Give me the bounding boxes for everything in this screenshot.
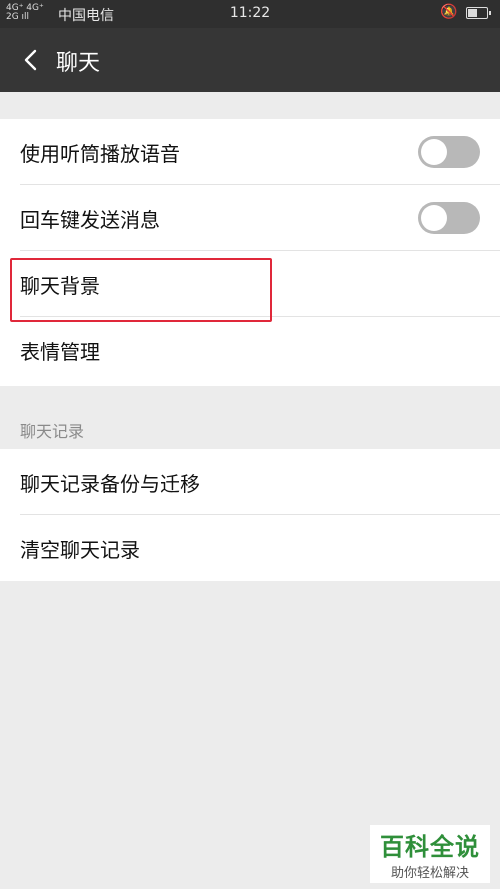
setting-enter-send-label: 回车键发送消息 xyxy=(20,208,160,232)
battery-icon xyxy=(466,7,491,19)
setting-earpiece-label: 使用听筒播放语音 xyxy=(20,142,180,166)
setting-sticker-manage-label: 表情管理 xyxy=(20,340,100,364)
enter-send-toggle[interactable] xyxy=(418,202,480,234)
section-header-chat-history: 聊天记录 xyxy=(20,422,85,441)
setting-enter-send[interactable]: 回车键发送消息 xyxy=(0,185,500,251)
chevron-left-icon[interactable] xyxy=(20,48,44,72)
watermark-title: 百科全说 xyxy=(380,833,480,861)
nav-bar: 聊天 xyxy=(0,28,500,92)
chat-history-group: 聊天记录备份与迁移 清空聊天记录 xyxy=(0,449,500,581)
setting-sticker-manage[interactable]: 表情管理 xyxy=(0,317,500,383)
setting-clear-history[interactable]: 清空聊天记录 xyxy=(0,515,500,581)
setting-earpiece[interactable]: 使用听筒播放语音 xyxy=(0,119,500,185)
status-bar: 4G⁺ 4G⁺ 2G ıll 中国电信 11:22 🔕 xyxy=(0,0,500,28)
setting-chat-background-label: 聊天背景 xyxy=(20,274,100,298)
setting-history-backup-label: 聊天记录备份与迁移 xyxy=(20,472,200,496)
setting-history-backup[interactable]: 聊天记录备份与迁移 xyxy=(0,449,500,515)
status-time: 11:22 xyxy=(229,5,271,21)
page-title: 聊天 xyxy=(56,51,101,76)
bell-muted-icon: 🔕 xyxy=(440,4,458,20)
watermark-logo: 百科全说 助你轻松解决 xyxy=(370,825,490,883)
chat-settings-group: 使用听筒播放语音 回车键发送消息 聊天背景 表情管理 xyxy=(0,119,500,386)
setting-clear-history-label: 清空聊天记录 xyxy=(20,538,140,562)
earpiece-toggle[interactable] xyxy=(418,136,480,168)
watermark-subtitle: 助你轻松解决 xyxy=(390,866,469,881)
setting-chat-background[interactable]: 聊天背景 xyxy=(0,251,500,317)
